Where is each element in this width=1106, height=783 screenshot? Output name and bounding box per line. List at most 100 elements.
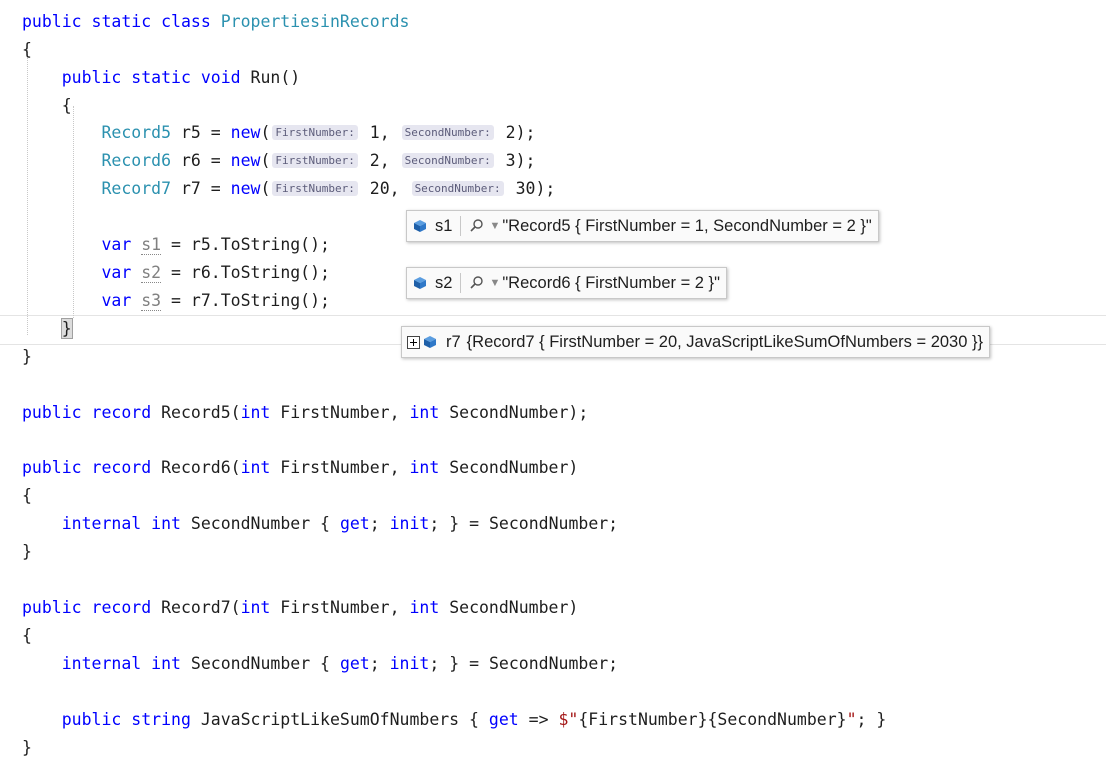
keyword: init — [389, 654, 430, 673]
code-line-4: { — [22, 93, 72, 119]
keyword: get — [339, 654, 370, 673]
keyword: void — [200, 68, 241, 87]
code-text: 2); — [495, 123, 536, 142]
matching-brace: } — [60, 318, 73, 339]
code-line-19: { — [22, 626, 32, 645]
code-text: r7 = — [171, 179, 231, 198]
code-text: Record7( — [151, 598, 241, 617]
keyword: int — [409, 403, 440, 422]
divider — [460, 216, 462, 236]
keyword: int — [240, 598, 271, 617]
keyword: int — [409, 598, 440, 617]
code-text: ; — [369, 514, 390, 533]
divider — [460, 273, 462, 293]
code-text: 30); — [505, 179, 556, 198]
chevron-down-icon[interactable]: ▼ — [489, 268, 500, 298]
code-text: SecondNumber { — [180, 514, 340, 533]
brace: { — [61, 96, 72, 115]
datatip-value: "Record5 { FirstNumber = 1, SecondNumber… — [502, 217, 872, 235]
keyword: record — [91, 598, 152, 617]
keyword: internal — [61, 654, 142, 673]
keyword: get — [339, 514, 370, 533]
keyword: var — [101, 291, 132, 310]
variable-icon — [414, 220, 426, 232]
magnifier-icon[interactable] — [469, 275, 485, 291]
code-text: r5 = — [171, 123, 231, 142]
code-text: => — [518, 710, 559, 729]
keyword: var — [101, 235, 132, 254]
code-text: SecondNumber) — [439, 458, 579, 477]
code-line-18: public record Record7(int FirstNumber, i… — [22, 595, 578, 621]
code-text: ; — [369, 654, 390, 673]
code-text: r6 = — [171, 151, 231, 170]
datatip-name: s1 — [435, 217, 453, 235]
type-name: Record6 — [101, 151, 172, 170]
datatip-r7[interactable]: r7 {Record7 { FirstNumber = 20, JavaScri… — [401, 326, 991, 358]
datatip-name: s2 — [435, 274, 453, 292]
variable-name[interactable]: s2 — [141, 263, 162, 283]
keyword: static — [131, 68, 191, 87]
keyword: init — [389, 514, 430, 533]
datatip-name: r7 — [446, 333, 461, 351]
inlay-hint: FirstNumber: — [272, 125, 358, 140]
code-line-16: internal int SecondNumber { get; init; }… — [22, 511, 618, 537]
variable-icon — [414, 277, 426, 289]
inlay-hint: SecondNumber: — [401, 153, 494, 168]
code-line-17: } — [22, 542, 32, 561]
keyword: public — [22, 403, 82, 422]
inlay-hint: SecondNumber: — [411, 181, 504, 196]
type-name: Record5 — [101, 123, 172, 142]
code-line-22: } — [22, 738, 32, 757]
keyword: string — [131, 710, 191, 729]
code-text: 1, — [359, 123, 390, 142]
variable-name[interactable]: s3 — [141, 291, 162, 311]
magnifier-icon[interactable] — [469, 218, 485, 234]
string-literal: $ — [558, 710, 569, 729]
keyword: int — [151, 654, 181, 673]
code-line-8: var s1 = r5.ToString(); — [22, 232, 330, 258]
string-literal: " — [568, 710, 579, 729]
code-line-3: public static void Run() — [22, 65, 300, 91]
keyword: internal — [61, 514, 142, 533]
code-line-5: Record5 r5 = new(FirstNumber: 1, SecondN… — [22, 120, 535, 146]
code-text: 3); — [495, 151, 536, 170]
method-signature: Run() — [250, 68, 301, 87]
keyword: int — [240, 403, 271, 422]
keyword: var — [101, 263, 132, 282]
code-line-20: internal int SecondNumber { get; init; }… — [22, 651, 618, 677]
class-name: PropertiesinRecords — [220, 12, 410, 31]
code-text: FirstNumber, — [270, 598, 410, 617]
keyword: int — [240, 458, 271, 477]
variable-name[interactable]: s1 — [141, 235, 162, 255]
string-literal: " — [846, 710, 857, 729]
keyword: record — [91, 403, 152, 422]
datatip-value: {Record7 { FirstNumber = 20, JavaScriptL… — [466, 333, 984, 351]
keyword: public — [22, 12, 82, 31]
code-text: SecondNumber { — [180, 654, 340, 673]
code-text: SecondNumber) — [439, 598, 579, 617]
interpolation: {FirstNumber}{SecondNumber} — [578, 710, 847, 729]
code-text: = r6.ToString(); — [161, 263, 330, 282]
code-editor[interactable]: public static class PropertiesinRecords … — [0, 0, 1106, 783]
datatip-s1[interactable]: s1 ▼ "Record5 { FirstNumber = 1, SecondN… — [406, 210, 879, 242]
keyword: int — [151, 514, 181, 533]
keyword: public — [61, 710, 122, 729]
keyword: int — [409, 458, 440, 477]
code-text: JavaScriptLikeSumOfNumbers { — [190, 710, 489, 729]
datatip-s2[interactable]: s2 ▼ "Record6 { FirstNumber = 2 }" — [406, 267, 727, 299]
keyword: record — [91, 458, 152, 477]
keyword: get — [488, 710, 519, 729]
code-text: = r5.ToString(); — [161, 235, 330, 254]
chevron-down-icon[interactable]: ▼ — [489, 211, 500, 241]
code-line-21: public string JavaScriptLikeSumOfNumbers… — [22, 707, 887, 733]
expand-icon[interactable] — [407, 335, 420, 349]
keyword: public — [22, 598, 82, 617]
code-text: ; } = SecondNumber; — [429, 654, 619, 673]
datatip-value: "Record6 { FirstNumber = 2 }" — [502, 274, 720, 292]
code-line-12: } — [22, 347, 32, 366]
keyword: static — [91, 12, 152, 31]
code-text: FirstNumber, — [270, 458, 410, 477]
code-text: 20, — [359, 179, 400, 198]
keyword: class — [161, 12, 211, 31]
keyword: public — [22, 458, 82, 477]
